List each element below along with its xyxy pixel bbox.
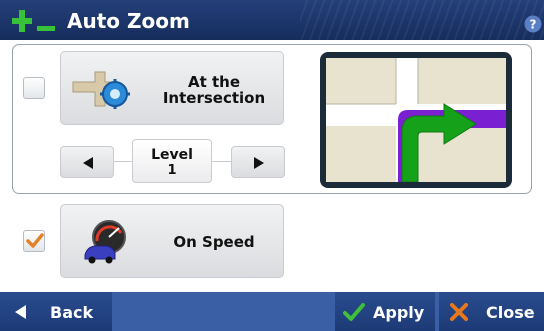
zoom-plus-minus-icon	[12, 10, 55, 32]
arrow-left-icon	[83, 157, 93, 169]
bottom-bar: Back Apply Close	[0, 292, 544, 331]
arrow-right-icon	[254, 157, 264, 169]
help-question-icon[interactable]: ?	[524, 15, 542, 33]
level-prev-button[interactable]	[60, 146, 114, 178]
speed-option-button[interactable]: On Speed	[60, 204, 284, 278]
zoom-preview	[320, 52, 512, 188]
intersection-zoom-gear-icon	[72, 71, 130, 109]
level-label: Level	[151, 147, 193, 163]
intersection-label-line2: Intersection	[162, 89, 266, 107]
intersection-label: At the Intersection	[156, 74, 272, 106]
checkmark-icon	[26, 233, 44, 248]
title-watermark	[300, 0, 544, 40]
back-label: Back	[50, 303, 94, 322]
level-next-button[interactable]	[231, 146, 285, 178]
speed-checkbox[interactable]	[23, 230, 45, 252]
checkmark-icon	[343, 303, 365, 321]
intersection-option-button[interactable]: At the Intersection	[60, 51, 284, 125]
speed-label: On Speed	[173, 233, 255, 251]
level-display: Level 1	[132, 139, 212, 183]
title-bar: Auto Zoom ?	[0, 0, 544, 40]
car-speedometer-icon	[84, 220, 126, 264]
window-title: Auto Zoom	[67, 9, 190, 33]
intersection-label-line1: At the	[187, 73, 241, 91]
close-label: Close	[486, 303, 535, 322]
close-button[interactable]: Close	[439, 292, 544, 331]
apply-button[interactable]: Apply	[335, 292, 435, 331]
back-button[interactable]: Back	[0, 292, 112, 331]
close-icon	[450, 303, 468, 321]
apply-label: Apply	[373, 303, 425, 322]
level-value: 1	[167, 163, 177, 178]
turn-right-arrow-map-icon	[326, 58, 506, 183]
intersection-checkbox[interactable]	[23, 77, 45, 99]
arrow-left-icon	[15, 305, 26, 319]
svg-text:?: ?	[530, 18, 537, 32]
